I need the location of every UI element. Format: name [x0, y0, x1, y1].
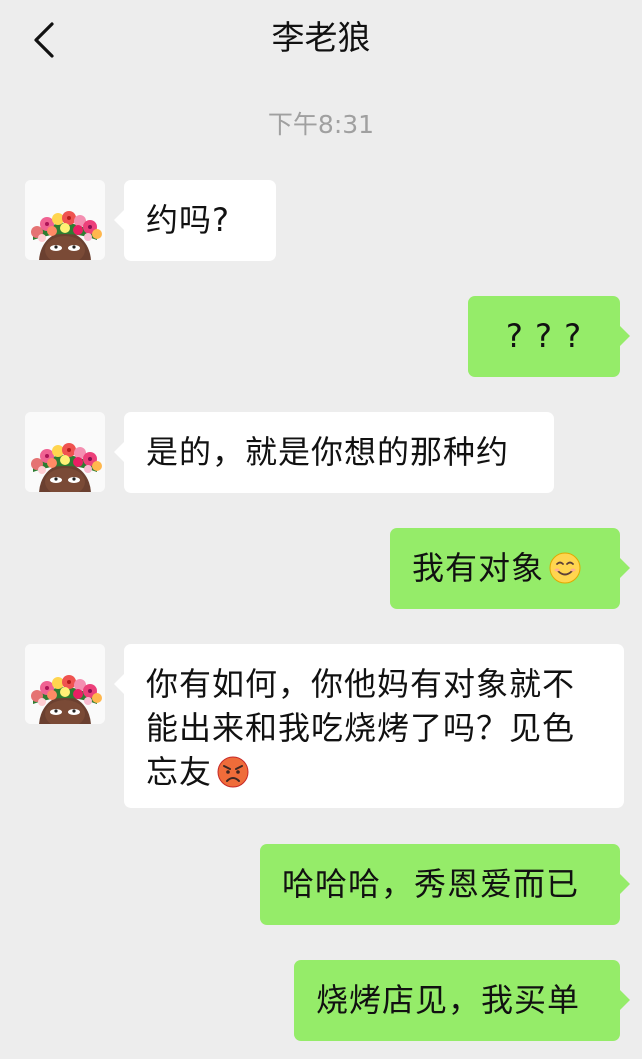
message-bubble[interactable]: 烧烤店见，我买单	[294, 960, 630, 1041]
message-bubble[interactable]: 你有如何，你他妈有对象就不 能出来和我吃烧烤了吗？见色 忘友	[114, 644, 624, 808]
message-bubble[interactable]: 我有对象	[390, 528, 630, 609]
message-text: 烧烤店见，我买单	[316, 981, 581, 1019]
message-bubble[interactable]: 是的，就是你想的那种约	[114, 412, 554, 493]
message-bubble[interactable]: 哈哈哈，秀恩爱而已	[260, 844, 630, 925]
nav-bar: 李老狼	[0, 0, 642, 80]
chat-title: 李老狼	[271, 18, 371, 57]
message-text: 是的，就是你想的那种约	[146, 433, 510, 471]
message-text: ? ? ?	[505, 317, 583, 355]
message-text: 哈哈哈，秀恩爱而已	[282, 865, 580, 903]
message-text: 约吗?	[146, 201, 230, 239]
message-text-line: 能出来和我吃烧烤了吗？见色	[146, 709, 576, 747]
smile-emoji-icon	[548, 551, 582, 585]
message-bubble[interactable]: 约吗?	[114, 180, 276, 261]
message-text-line: 忘友	[146, 753, 213, 791]
message-bubble[interactable]: ? ? ?	[468, 296, 630, 377]
message-text: 我有对象	[412, 549, 545, 587]
contact-avatar[interactable]	[25, 180, 105, 260]
contact-avatar[interactable]	[25, 412, 105, 492]
angry-emoji-icon	[216, 755, 250, 789]
message-timestamp: 下午8:31	[267, 110, 375, 139]
message-text-line: 你有如何，你他妈有对象就不	[146, 665, 576, 703]
contact-avatar[interactable]	[25, 644, 105, 724]
